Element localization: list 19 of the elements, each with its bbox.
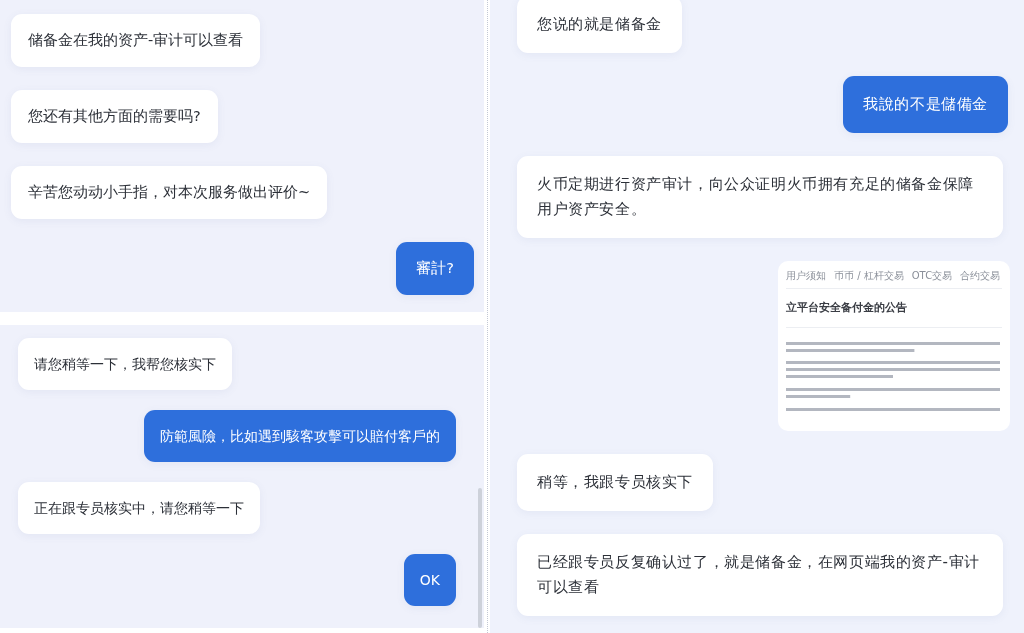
user-message: 防範風險，比如遇到駭客攻擊可以賠付客戶的 (144, 410, 456, 462)
nav-label: 币币 / 杠杆交易 (834, 269, 904, 282)
agent-message: 稍等，我跟专员核实下 (517, 454, 713, 511)
nav-label: 合约交易 (960, 269, 1001, 282)
agent-message: 您还有其他方面的需要吗? (11, 90, 218, 143)
announcement-title: 立平台安全备付金的公告 (786, 300, 908, 315)
agent-message: 请您稍等一下，我帮您核实下 (18, 338, 232, 390)
agent-message: 辛苦您动动小手指，对本次服务做出评价~ (11, 166, 328, 219)
agent-message: 火币定期进行资产审计，向公众证明火币拥有充足的储备金保障用户资产安全。 (517, 156, 1003, 238)
nav-label: 用户须知 (786, 269, 826, 282)
user-message: 審計? (396, 242, 474, 295)
agent-message: 已经跟专员反复确认过了，就是储备金，在网页端我的资产-审计可以查看 (517, 534, 1003, 616)
user-message: OK (403, 554, 456, 606)
nav-label: OTC交易 (911, 269, 953, 282)
agent-message: 储备金在我的资产-审计可以查看 (11, 14, 261, 67)
scrollbar[interactable] (478, 488, 482, 628)
agent-message: 您说的就是储备金 (517, 0, 682, 53)
agent-message: 正在跟专员核实中，请您稍等一下 (18, 482, 260, 534)
user-message: 我說的不是儲備金 (843, 76, 1008, 133)
